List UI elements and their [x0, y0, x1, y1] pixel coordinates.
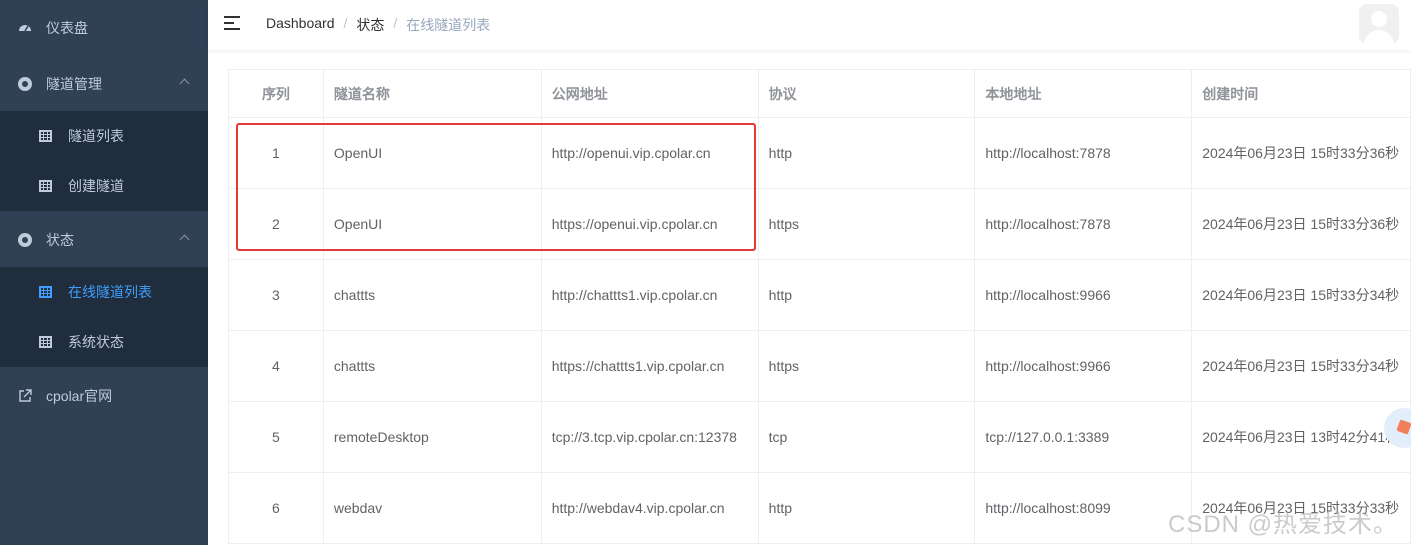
- cell-created-time: 2024年06月23日 15时33分36秒: [1191, 188, 1411, 260]
- cell-index: 4: [228, 330, 324, 402]
- sidebar: 仪表盘 隧道管理 隧道列表 创建隧道 状态 在线隧道列表 系统状态 cpolar…: [0, 0, 208, 545]
- sidebar-item-label: 在线隧道列表: [68, 284, 152, 300]
- sidebar-item-dashboard[interactable]: 仪表盘: [0, 0, 208, 56]
- grid-icon: [38, 285, 52, 299]
- breadcrumb: Dashboard / 状态 / 在线隧道列表: [266, 15, 490, 35]
- avatar[interactable]: [1359, 4, 1399, 44]
- dashboard-icon: [18, 21, 32, 35]
- cell-protocol: https: [757, 188, 976, 260]
- cell-name: chattts: [322, 259, 542, 331]
- cell-name: remoteDesktop: [322, 401, 542, 473]
- cell-protocol: http: [757, 472, 976, 544]
- cell-protocol: tcp: [757, 401, 976, 473]
- cell-local-address: http://localhost:9966: [974, 259, 1193, 331]
- breadcrumb-separator: /: [393, 15, 398, 31]
- cell-created-time: 2024年06月23日 15时33分34秒: [1191, 259, 1411, 331]
- sidebar-item-label: cpolar官网: [46, 388, 113, 404]
- tunnel-table: 序列 隧道名称 公网地址 协议 本地地址 创建时间 1 OpenUI http:…: [228, 69, 1411, 544]
- cell-index: 2: [228, 188, 324, 260]
- breadcrumb-dashboard[interactable]: Dashboard: [266, 15, 335, 35]
- cell-public-url: https://chattts1.vip.cpolar.cn: [540, 330, 759, 402]
- grid-icon: [38, 335, 52, 349]
- cell-created-time: 2024年06月23日 15时33分36秒: [1191, 117, 1411, 189]
- menu-toggle-icon[interactable]: [224, 15, 242, 31]
- cell-local-address: http://localhost:8099: [974, 472, 1193, 544]
- cell-created-time: 2024年06月23日 15时33分34秒: [1191, 330, 1411, 402]
- cell-protocol: http: [757, 117, 976, 189]
- sidebar-item-tunnel-list[interactable]: 隧道列表: [0, 111, 208, 161]
- chevron-up-icon: [179, 78, 190, 89]
- cell-name: webdav: [322, 472, 542, 544]
- sidebar-item-label: 状态: [46, 232, 74, 248]
- chevron-up-icon: [179, 234, 190, 245]
- cell-index: 3: [228, 259, 324, 331]
- column-header: 创建时间: [1191, 69, 1411, 118]
- cell-index: 6: [228, 472, 324, 544]
- external-link-icon: [18, 389, 32, 403]
- table-row: 2 OpenUI https://openui.vip.cpolar.cn ht…: [228, 188, 1411, 260]
- cell-public-url: tcp://3.tcp.vip.cpolar.cn:12378: [540, 401, 759, 473]
- sidebar-item-cpolar-website[interactable]: cpolar官网: [0, 368, 208, 424]
- table-header-row: 序列 隧道名称 公网地址 协议 本地地址 创建时间: [228, 69, 1411, 118]
- cell-public-url: http://webdav4.vip.cpolar.cn: [540, 472, 759, 544]
- cell-created-time: 2024年06月23日 13时42分41秒: [1191, 401, 1411, 473]
- watermark: CSDN @热爱技术。: [1168, 511, 1399, 538]
- sidebar-item-create-tunnel[interactable]: 创建隧道: [0, 161, 208, 211]
- cell-local-address: tcp://127.0.0.1:3389: [974, 401, 1193, 473]
- sidebar-item-label: 隧道管理: [46, 76, 102, 92]
- cube-icon: [1396, 419, 1411, 435]
- cell-protocol: http: [757, 259, 976, 331]
- cell-index: 1: [228, 117, 324, 189]
- cell-name: chattts: [322, 330, 542, 402]
- grid-icon: [38, 129, 52, 143]
- cell-public-url: http://chattts1.vip.cpolar.cn: [540, 259, 759, 331]
- table-row: 3 chattts http://chattts1.vip.cpolar.cn …: [228, 259, 1411, 331]
- sidebar-item-system-status[interactable]: 系统状态: [0, 317, 208, 367]
- cell-name: OpenUI: [322, 117, 542, 189]
- cell-local-address: http://localhost:7878: [974, 188, 1193, 260]
- sidebar-item-label: 仪表盘: [46, 20, 88, 36]
- grid-icon: [38, 179, 52, 193]
- breadcrumb-current: 在线隧道列表: [406, 17, 491, 33]
- column-header: 公网地址: [540, 69, 759, 118]
- column-header: 协议: [757, 69, 976, 118]
- breadcrumb-separator: /: [343, 15, 348, 31]
- column-header: 隧道名称: [322, 69, 542, 118]
- cell-name: OpenUI: [322, 188, 542, 260]
- cell-index: 5: [228, 401, 324, 473]
- column-header: 本地地址: [974, 69, 1193, 118]
- sidebar-item-online-tunnels[interactable]: 在线隧道列表: [0, 267, 208, 317]
- table-row: 5 remoteDesktop tcp://3.tcp.vip.cpolar.c…: [228, 401, 1411, 473]
- sidebar-item-label: 隧道列表: [68, 128, 124, 144]
- sidebar-item-tunnel-management[interactable]: 隧道管理: [0, 56, 208, 112]
- cell-public-url: https://openui.vip.cpolar.cn: [540, 188, 759, 260]
- cell-local-address: http://localhost:7878: [974, 117, 1193, 189]
- breadcrumb-status[interactable]: 状态: [356, 15, 384, 35]
- sidebar-item-label: 系统状态: [68, 334, 124, 350]
- cell-public-url: http://openui.vip.cpolar.cn: [540, 117, 759, 189]
- sidebar-item-label: 创建隧道: [68, 178, 124, 194]
- status-icon: [18, 233, 32, 247]
- table-row: 1 OpenUI http://openui.vip.cpolar.cn htt…: [228, 117, 1411, 189]
- cell-local-address: http://localhost:9966: [974, 330, 1193, 402]
- tunnel-icon: [18, 77, 32, 91]
- column-header: 序列: [228, 69, 324, 118]
- cell-protocol: https: [757, 330, 976, 402]
- table-row: 4 chattts https://chattts1.vip.cpolar.cn…: [228, 330, 1411, 402]
- sidebar-item-status[interactable]: 状态: [0, 212, 208, 268]
- navbar: Dashboard / 状态 / 在线隧道列表: [208, 0, 1411, 50]
